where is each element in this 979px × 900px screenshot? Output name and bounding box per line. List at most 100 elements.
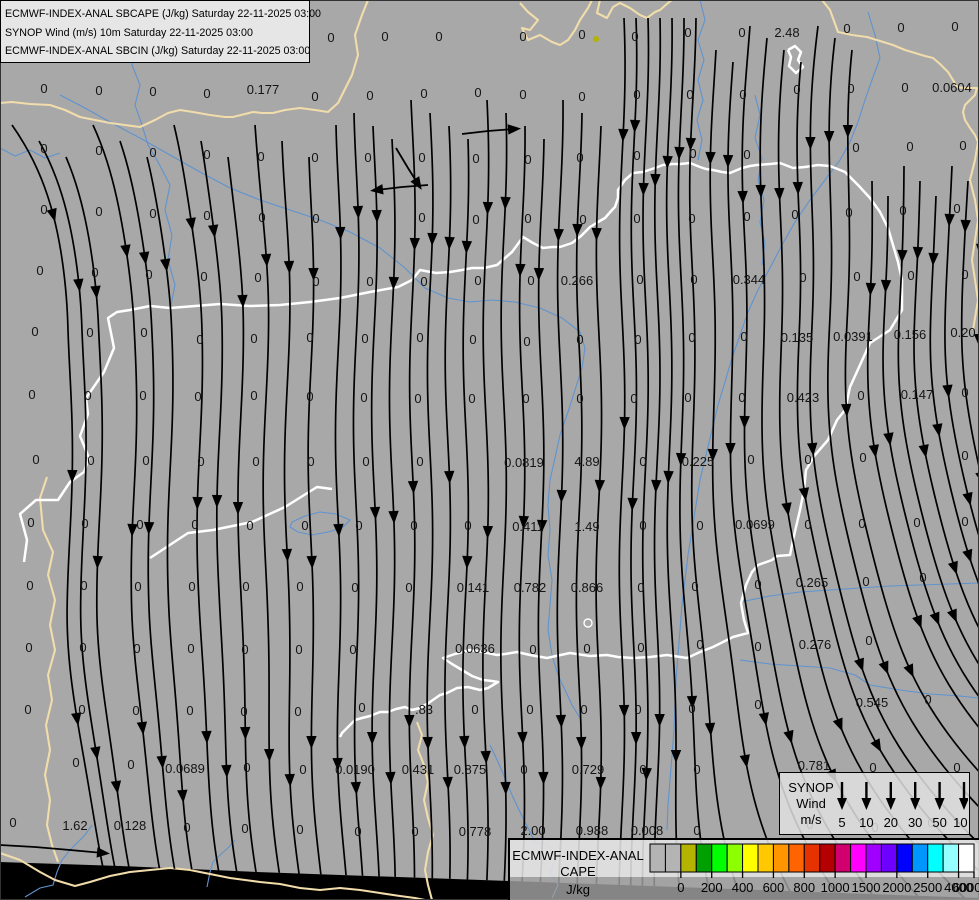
zero-value-label: 0 (688, 211, 695, 226)
zero-value-label: 0 (240, 704, 247, 719)
streamline-arrowhead (352, 205, 364, 219)
streamline-arrowhead (263, 748, 275, 762)
zero-value-label: 0 (203, 147, 210, 162)
zero-value-label: 0 (527, 273, 534, 288)
zero-value-label: 0 (250, 331, 257, 346)
streamline-arrowhead (192, 496, 203, 510)
cin-value-label: 0.20 (950, 325, 975, 340)
cin-value-label: 0.0391 (833, 329, 873, 344)
zero-value-label: 0 (364, 150, 371, 165)
streamline-arrowhead (651, 479, 662, 493)
wind-streamline (759, 37, 932, 898)
cape-color-cell (880, 843, 898, 873)
streamline-arrowhead (422, 736, 433, 750)
zero-value-label: 0 (40, 141, 47, 156)
zero-value-label: 0 (87, 453, 94, 468)
streamline-arrowhead (538, 771, 549, 785)
wind-legend-arrows: 5 10 20 30 50 100 (837, 782, 968, 830)
zero-value-label: 0 (194, 389, 201, 404)
cape-color-cell (819, 843, 836, 873)
zero-value-label: 0 (252, 454, 259, 469)
streamline-arrowhead (663, 470, 674, 484)
zero-value-label: 0 (468, 391, 475, 406)
zero-value-label: 0 (306, 330, 313, 345)
cape-color-cell (911, 843, 929, 873)
wind-speed-label: 10 (859, 815, 873, 830)
zero-value-label: 0 (634, 332, 641, 347)
cape-color-legend: ECMWF-INDEX-ANAL CAPE J/kg 0 200 400 600 800… (508, 838, 979, 900)
streamline-arrowhead (654, 713, 665, 727)
zero-value-label: 0 (961, 514, 968, 529)
zero-value-label: 0 (188, 579, 195, 594)
streamline-arrowhead (912, 614, 922, 629)
zero-value-label: 0 (191, 517, 198, 532)
streamline-arrowhead (507, 124, 521, 135)
zero-value-label: 0 (296, 579, 303, 594)
zero-value-label: 0 (959, 138, 966, 153)
zero-value-label: 0 (791, 207, 798, 222)
streamline-arrowhead (427, 232, 438, 246)
zero-value-label: 0 (366, 274, 373, 289)
zero-value-label: 0 (799, 270, 806, 285)
zero-value-label: 0 (294, 704, 301, 719)
zero-value-label: 0 (686, 87, 693, 102)
zero-value-label: 0 (127, 757, 134, 772)
zero-value-label: 0 (529, 642, 536, 657)
zero-value-label: 0 (312, 274, 319, 289)
zero-value-label: 0 (301, 518, 308, 533)
streamline-arrowhead (92, 555, 103, 569)
cin-value-label: 1.62 (62, 818, 87, 833)
zero-value-label: 0 (693, 823, 700, 838)
zero-value-label: 0 (140, 325, 147, 340)
zero-value-label: 0 (139, 388, 146, 403)
zero-value-label: 0 (696, 518, 703, 533)
streamline-arrowhead (555, 714, 567, 728)
zero-value-label: 0 (576, 150, 583, 165)
streamline-arrowhead (878, 660, 889, 675)
streamline-arrowhead (758, 712, 769, 726)
zero-value-label: 0 (306, 389, 313, 404)
cin-value-label: 0.423 (787, 390, 820, 405)
streamline-arrowhead (90, 285, 101, 299)
wind-streamline (334, 124, 350, 898)
zero-value-label: 0 (636, 272, 643, 287)
map-labels-layer: 0 0 0 0 0 0 0 0 0 0 0 0 0 0 0 0 0 0 0 0 0 0 0 0 0 0 0 0 0 0 0 0 0 0 0 0 0 0 0 0… (9, 19, 975, 839)
streamline-arrowhead (650, 173, 661, 187)
cape-color-cell (680, 843, 697, 873)
zero-value-label: 0 (474, 273, 481, 288)
streamline-arrowhead (260, 253, 272, 267)
zero-value-label: 0 (793, 82, 800, 97)
zero-value-label: 0 (913, 515, 920, 530)
streamline-arrowhead (232, 501, 244, 515)
streamline-arrowhead (73, 278, 84, 292)
zero-value-label: 0 (366, 88, 373, 103)
cape-tick-label: 1000 (821, 880, 850, 895)
cin-value-label: 0.0190 (335, 762, 375, 777)
zero-value-label: 0 (580, 702, 587, 717)
zero-value-label: 0 (906, 139, 913, 154)
streamline-arrowhead (868, 444, 879, 458)
down-arrow-icon (861, 798, 872, 810)
zero-value-label: 0 (865, 633, 872, 648)
zero-value-label: 0 (95, 83, 102, 98)
wind-streamline (618, 17, 626, 898)
zero-value-label: 0 (133, 641, 140, 656)
zero-value-label: 0 (435, 29, 442, 44)
wind-streamline (200, 140, 244, 898)
zero-value-label: 0 (630, 391, 637, 406)
zero-value-label: 0 (410, 518, 417, 533)
zero-value-label: 0 (526, 702, 533, 717)
cin-value-label: 0.0604 (932, 80, 972, 95)
zero-value-label: 0 (311, 150, 318, 165)
wind-streamline (408, 99, 416, 898)
streamline-arrowhead (556, 489, 567, 503)
zero-value-label: 0 (358, 700, 365, 715)
cin-value-label: 0.0819 (504, 455, 544, 470)
zero-value-label: 0 (684, 25, 691, 40)
streamline-arrowhead (947, 608, 957, 623)
cin-value-label: .83 (415, 702, 433, 717)
zero-value-label: 0 (420, 86, 427, 101)
zero-value-label: 0 (862, 574, 869, 589)
zero-value-label: 0 (961, 267, 968, 282)
streamline-arrowhead (517, 731, 528, 745)
